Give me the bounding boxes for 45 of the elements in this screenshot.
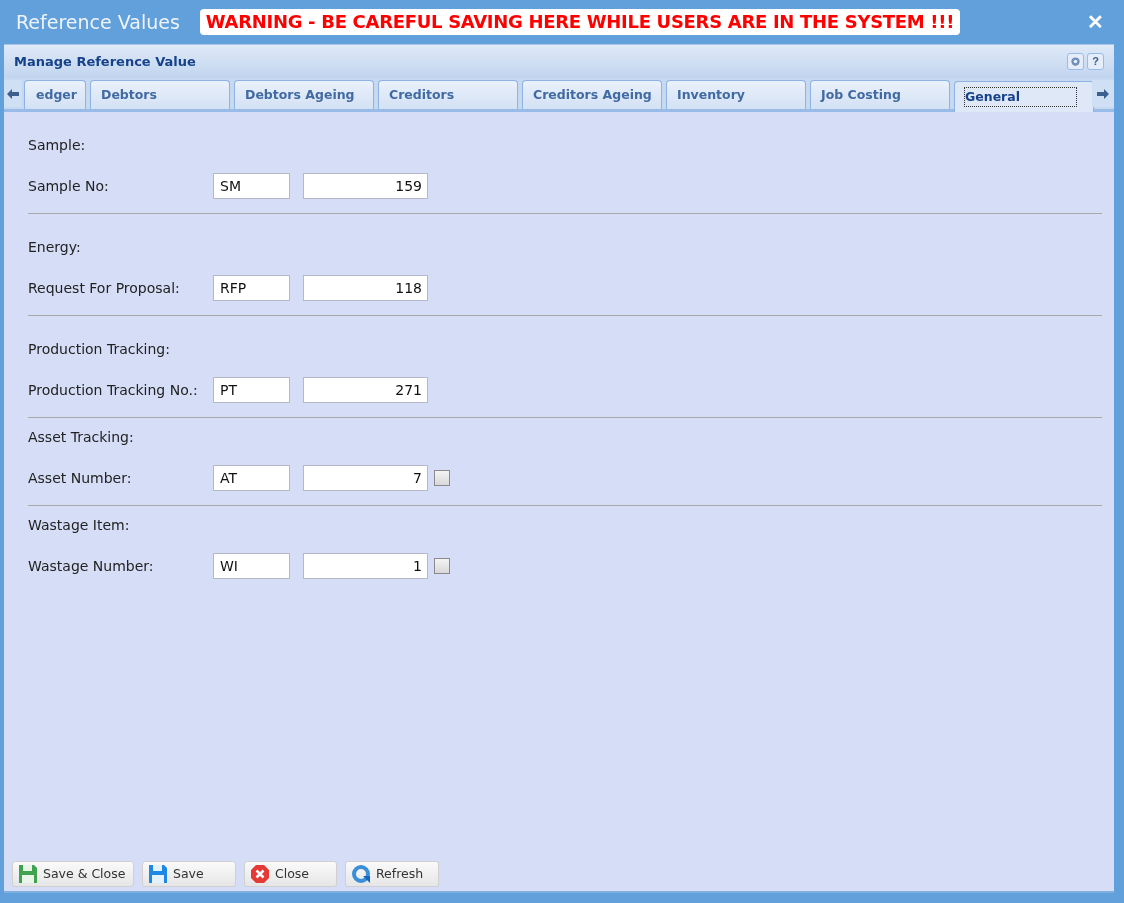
right-arrow-icon [1097,88,1109,99]
number-field[interactable]: 7 [303,465,428,491]
toolbar-button[interactable]: Refresh [345,861,439,887]
warning-banner: WARNING - BE CAREFUL SAVING HERE WHILE USERS ARE IN THE SYSTEM !!! [199,9,961,35]
field-label: Wastage Number: [28,556,155,576]
tab[interactable]: Creditors [378,80,518,109]
section-heading: Sample: [28,136,87,155]
tab[interactable]: edger [24,80,86,109]
section-heading: Production Tracking: [28,340,171,359]
number-field[interactable]: 271 [303,377,428,403]
scroll-left-button[interactable] [4,80,22,107]
window-title: Reference Values [16,9,180,35]
section-heading: Energy: [28,238,82,257]
refresh-icon [351,864,371,884]
toolbar-button[interactable]: Save [142,861,236,887]
tab[interactable]: Inventory [666,80,806,109]
prefix-field[interactable]: AT [213,465,290,491]
tab[interactable]: Debtors [90,80,230,109]
tab[interactable]: General [954,81,1094,112]
prefix-field[interactable]: SM [213,173,290,199]
section-heading: Wastage Item: [28,516,131,535]
checkbox[interactable] [434,470,450,486]
tab[interactable]: Creditors Ageing [522,80,662,109]
number-field[interactable]: 1 [303,553,428,579]
help-button[interactable]: ? [1087,53,1104,70]
field-label: Request For Proposal: [28,278,181,298]
field-label: Asset Number: [28,468,133,488]
toolbar-button[interactable]: Save & Close [12,861,134,887]
close-icon [250,864,270,884]
number-field[interactable]: 159 [303,173,428,199]
section-heading: Asset Tracking: [28,428,135,447]
tab[interactable]: Job Costing [810,80,950,109]
field-label: Production Tracking No.: [28,380,199,400]
prefix-field[interactable]: PT [213,377,290,403]
panel-title: Manage Reference Value [14,52,196,71]
tab[interactable]: Debtors Ageing [234,80,374,109]
toolbar-button[interactable]: Close [244,861,337,887]
settings-icon[interactable] [1067,53,1084,70]
prefix-field[interactable]: RFP [213,275,290,301]
left-arrow-icon [7,88,19,99]
prefix-field[interactable]: WI [213,553,290,579]
checkbox[interactable] [434,558,450,574]
number-field[interactable]: 118 [303,275,428,301]
scroll-right-button[interactable] [1092,80,1114,107]
field-label: Sample No: [28,176,110,196]
